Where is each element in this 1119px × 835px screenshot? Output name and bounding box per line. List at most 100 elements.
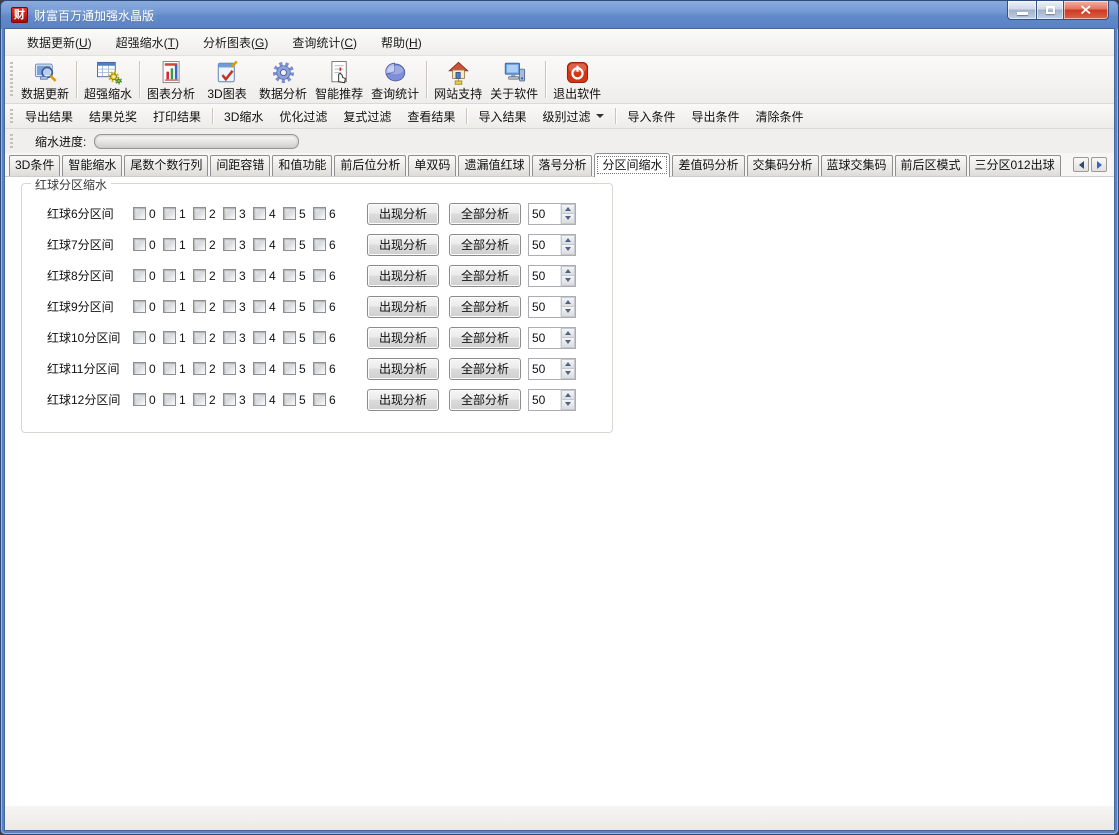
toolbar2-print-results[interactable]: 打印结果: [145, 105, 209, 128]
checkbox-option-1[interactable]: 1: [163, 269, 193, 283]
menu-strong-shrink[interactable]: 超强缩水(T): [104, 30, 191, 55]
all-analysis-button[interactable]: 全部分析: [449, 265, 521, 287]
tab-3d-conditions[interactable]: 3D条件: [9, 155, 60, 176]
checkbox-option-3[interactable]: 3: [223, 300, 253, 314]
spinner-up-button[interactable]: [561, 204, 575, 215]
checkbox-option-2[interactable]: 2: [193, 269, 223, 283]
checkbox-option-3[interactable]: 3: [223, 207, 253, 221]
appear-analysis-button[interactable]: 出现分析: [367, 234, 439, 256]
appear-analysis-button[interactable]: 出现分析: [367, 327, 439, 349]
tab-tail-count-rowcol[interactable]: 尾数个数行列: [124, 155, 208, 176]
toolbar2-view-results[interactable]: 查看结果: [399, 105, 463, 128]
toolbar-button-data-analysis[interactable]: 数据分析: [255, 57, 311, 102]
toolbar-button-3d-chart[interactable]: 3D图表: [199, 57, 255, 102]
tab-intersect-code-analysis[interactable]: 交集码分析: [747, 155, 819, 176]
tab-smart-shrink[interactable]: 智能缩水: [62, 155, 122, 176]
checkbox-option-3[interactable]: 3: [223, 393, 253, 407]
checkbox-option-6[interactable]: 6: [313, 238, 343, 252]
menu-data-update[interactable]: 数据更新(U): [15, 30, 104, 55]
count-spinner[interactable]: 50: [528, 234, 576, 256]
checkbox-option-3[interactable]: 3: [223, 331, 253, 345]
checkbox-option-0[interactable]: 0: [133, 207, 163, 221]
tab-gap-tolerance[interactable]: 间距容错: [210, 155, 270, 176]
tab-sum-function[interactable]: 和值功能: [272, 155, 332, 176]
spinner-up-button[interactable]: [561, 359, 575, 370]
toolbar2-check-prizes[interactable]: 结果兑奖: [81, 105, 145, 128]
toolbar2-export-results[interactable]: 导出结果: [17, 105, 81, 128]
count-spinner[interactable]: 50: [528, 358, 576, 380]
count-spinner[interactable]: 50: [528, 265, 576, 287]
tab-omission-red-ball[interactable]: 遗漏值红球: [458, 155, 530, 176]
checkbox-option-0[interactable]: 0: [133, 300, 163, 314]
count-spinner[interactable]: 50: [528, 203, 576, 225]
checkbox-option-6[interactable]: 6: [313, 207, 343, 221]
checkbox-option-0[interactable]: 0: [133, 362, 163, 376]
checkbox-option-1[interactable]: 1: [163, 393, 193, 407]
toolbar-button-smart-recommend[interactable]: 智能推荐: [311, 57, 367, 102]
checkbox-option-4[interactable]: 4: [253, 238, 283, 252]
checkbox-option-4[interactable]: 4: [253, 207, 283, 221]
spinner-up-button[interactable]: [561, 390, 575, 401]
tab-front-back-mode[interactable]: 前后区模式: [895, 155, 967, 176]
tab-scroll-left-button[interactable]: [1073, 157, 1089, 172]
appear-analysis-button[interactable]: 出现分析: [367, 389, 439, 411]
checkbox-option-1[interactable]: 1: [163, 300, 193, 314]
menu-query-stats[interactable]: 查询统计(C): [280, 30, 369, 55]
checkbox-option-5[interactable]: 5: [283, 362, 313, 376]
menu-help[interactable]: 帮助(H): [369, 30, 434, 55]
checkbox-option-0[interactable]: 0: [133, 393, 163, 407]
spinner-down-button[interactable]: [561, 369, 575, 379]
count-spinner[interactable]: 50: [528, 389, 576, 411]
toolbar-button-exit-software[interactable]: 退出软件: [549, 57, 605, 102]
checkbox-option-4[interactable]: 4: [253, 331, 283, 345]
toolbar-button-website-support[interactable]: 网站支持: [430, 57, 486, 102]
checkbox-option-2[interactable]: 2: [193, 238, 223, 252]
toolbar2-3d-shrink[interactable]: 3D缩水: [216, 105, 271, 128]
all-analysis-button[interactable]: 全部分析: [449, 358, 521, 380]
spinner-up-button[interactable]: [561, 266, 575, 277]
tab-partition-shrink[interactable]: 分区间缩水: [594, 153, 670, 177]
spinner-up-button[interactable]: [561, 235, 575, 246]
toolbar-button-query-stats[interactable]: 查询统计: [367, 57, 423, 102]
checkbox-option-1[interactable]: 1: [163, 331, 193, 345]
checkbox-option-6[interactable]: 6: [313, 393, 343, 407]
tab-blue-ball-intersect[interactable]: 蓝球交集码: [821, 155, 893, 176]
checkbox-option-5[interactable]: 5: [283, 393, 313, 407]
checkbox-option-1[interactable]: 1: [163, 362, 193, 376]
checkbox-option-5[interactable]: 5: [283, 331, 313, 345]
toolbar2-level-filter-dropdown[interactable]: 级别过滤: [534, 105, 612, 128]
checkbox-option-2[interactable]: 2: [193, 362, 223, 376]
tab-front-back-analysis[interactable]: 前后位分析: [334, 155, 406, 176]
spinner-down-button[interactable]: [561, 276, 575, 286]
checkbox-option-2[interactable]: 2: [193, 393, 223, 407]
checkbox-option-5[interactable]: 5: [283, 238, 313, 252]
checkbox-option-2[interactable]: 2: [193, 300, 223, 314]
count-spinner[interactable]: 50: [528, 327, 576, 349]
spinner-down-button[interactable]: [561, 400, 575, 410]
close-button[interactable]: [1064, 1, 1109, 20]
checkbox-option-6[interactable]: 6: [313, 362, 343, 376]
spinner-down-button[interactable]: [561, 307, 575, 317]
all-analysis-button[interactable]: 全部分析: [449, 203, 521, 225]
checkbox-option-3[interactable]: 3: [223, 238, 253, 252]
spinner-down-button[interactable]: [561, 245, 575, 255]
tab-diff-code-analysis[interactable]: 差值码分析: [672, 155, 744, 176]
checkbox-option-3[interactable]: 3: [223, 269, 253, 283]
count-spinner[interactable]: 50: [528, 296, 576, 318]
spinner-down-button[interactable]: [561, 214, 575, 224]
toolbar2-import-conditions[interactable]: 导入条件: [619, 105, 683, 128]
tab-three-zone-012[interactable]: 三分区012出球: [969, 155, 1061, 176]
all-analysis-button[interactable]: 全部分析: [449, 327, 521, 349]
tab-scroll-right-button[interactable]: [1091, 157, 1107, 172]
toolbar2-optimize-filter[interactable]: 优化过滤: [271, 105, 335, 128]
checkbox-option-6[interactable]: 6: [313, 269, 343, 283]
checkbox-option-6[interactable]: 6: [313, 331, 343, 345]
toolbar-button-about-software[interactable]: 关于软件: [486, 57, 542, 102]
appear-analysis-button[interactable]: 出现分析: [367, 296, 439, 318]
toolbar2-import-results[interactable]: 导入结果: [470, 105, 534, 128]
checkbox-option-5[interactable]: 5: [283, 300, 313, 314]
appear-analysis-button[interactable]: 出现分析: [367, 358, 439, 380]
tab-odd-even[interactable]: 单双码: [408, 155, 456, 176]
checkbox-option-3[interactable]: 3: [223, 362, 253, 376]
appear-analysis-button[interactable]: 出现分析: [367, 265, 439, 287]
